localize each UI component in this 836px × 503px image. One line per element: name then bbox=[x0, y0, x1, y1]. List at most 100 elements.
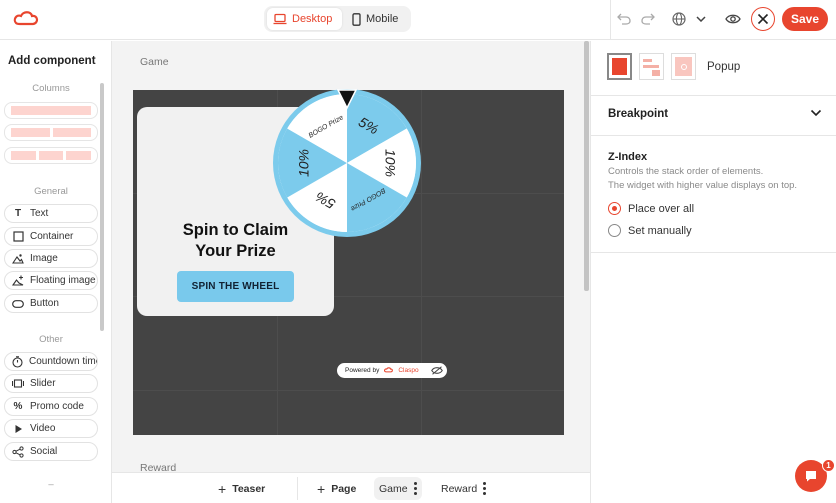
component-label: Countdown timer bbox=[29, 356, 98, 367]
timer-icon bbox=[12, 355, 23, 368]
radio-checked-icon[interactable] bbox=[608, 202, 621, 215]
reward-tab-label: Reward bbox=[441, 482, 478, 495]
mobile-tab[interactable]: Mobile bbox=[346, 8, 408, 30]
layout-split-thumb[interactable] bbox=[639, 53, 664, 80]
page-tabs-bar: + Teaser + Page Game Reward bbox=[112, 472, 590, 503]
breakpoint-header[interactable]: Breakpoint bbox=[608, 108, 668, 120]
chat-icon bbox=[806, 471, 816, 482]
chat-unread-badge: 1 bbox=[822, 459, 835, 472]
chevron-down-icon[interactable] bbox=[694, 12, 708, 26]
component-image[interactable]: Image bbox=[4, 249, 98, 268]
prize-wheel[interactable]: 5%10%BOGO Prize5%10%BOGO Prize bbox=[272, 88, 422, 238]
redo-icon[interactable] bbox=[640, 11, 656, 27]
layout-popup-thumb[interactable] bbox=[607, 53, 632, 80]
component-label: Social bbox=[30, 446, 58, 457]
layout-type-label: Popup bbox=[707, 61, 741, 73]
close-icon bbox=[757, 13, 769, 25]
component-label: Image bbox=[30, 253, 58, 264]
game-tab-label: Game bbox=[379, 482, 408, 495]
text-icon: T bbox=[14, 208, 22, 219]
zindex-description: Controls the stack order of elements. Th… bbox=[608, 166, 798, 191]
claspo-logo-icon[interactable] bbox=[12, 10, 40, 30]
plus-icon: + bbox=[218, 480, 227, 497]
component-text[interactable]: T Text bbox=[4, 204, 98, 223]
column-template-3[interactable] bbox=[4, 147, 98, 164]
phone-icon bbox=[352, 12, 361, 26]
component-container[interactable]: Container bbox=[4, 227, 98, 246]
component-label: Container bbox=[30, 231, 74, 242]
percent-icon: % bbox=[13, 401, 23, 412]
component-button[interactable]: Button bbox=[4, 294, 98, 313]
radio-set-manually[interactable]: Set manually bbox=[608, 224, 692, 237]
component-label: Video bbox=[30, 423, 56, 434]
component-label: Floating image bbox=[30, 275, 96, 286]
hide-eye-icon[interactable] bbox=[430, 366, 443, 375]
tab-reward[interactable]: Reward bbox=[441, 473, 487, 503]
powered-by-text: Powered by bbox=[345, 367, 380, 374]
globe-icon[interactable] bbox=[671, 11, 687, 27]
component-countdown[interactable]: Countdown timer bbox=[4, 352, 98, 371]
component-label: Button bbox=[30, 298, 59, 309]
page-label: Page bbox=[331, 482, 357, 495]
close-editor-button[interactable] bbox=[751, 7, 775, 31]
mobile-label: Mobile bbox=[366, 13, 399, 25]
floating-image-icon bbox=[12, 275, 24, 287]
radio-label: Set manually bbox=[628, 224, 692, 237]
desktop-label: Desktop bbox=[292, 13, 333, 25]
layout-thumbnails bbox=[607, 53, 696, 83]
panel-title: Add component bbox=[8, 55, 96, 67]
preview-eye-icon[interactable] bbox=[724, 11, 742, 27]
layout-floating-thumb[interactable] bbox=[671, 53, 696, 80]
container-icon bbox=[12, 231, 24, 243]
component-video[interactable]: Video bbox=[4, 419, 98, 438]
component-label: Text bbox=[30, 208, 49, 219]
button-icon bbox=[12, 298, 24, 310]
brand-name: Claspo bbox=[398, 367, 419, 374]
component-social[interactable]: Social bbox=[4, 442, 98, 461]
undo-icon[interactable] bbox=[616, 11, 632, 27]
tab-game[interactable]: Game bbox=[374, 477, 422, 500]
zindex-title: Z-Index bbox=[608, 151, 648, 163]
add-page-button[interactable]: + Page bbox=[317, 473, 356, 503]
more-vertical-icon[interactable] bbox=[483, 482, 487, 495]
slider-icon bbox=[12, 378, 24, 390]
play-icon bbox=[12, 423, 24, 435]
add-teaser-button[interactable]: + Teaser bbox=[218, 473, 265, 503]
top-bar: Desktop Mobile Save bbox=[0, 0, 836, 40]
section-columns: Columns bbox=[32, 83, 70, 94]
popup-title-line2: Your Prize bbox=[195, 242, 276, 260]
canvas-scrollbar[interactable] bbox=[584, 41, 589, 291]
radio-unchecked-icon[interactable] bbox=[608, 224, 621, 237]
add-component-panel: Add component Columns General T Text Con… bbox=[0, 41, 112, 503]
column-template-1[interactable] bbox=[4, 102, 98, 119]
chevron-down-icon[interactable] bbox=[810, 109, 822, 117]
column-template-2[interactable] bbox=[4, 124, 98, 141]
component-promo-code[interactable]: % Promo code bbox=[4, 397, 98, 416]
component-label: Promo code bbox=[30, 401, 84, 412]
plus-icon: + bbox=[317, 480, 326, 497]
component-label: Slider bbox=[30, 378, 56, 389]
properties-panel: Popup Breakpoint Z-Index Controls the st… bbox=[590, 41, 836, 503]
claspo-mini-logo-icon bbox=[384, 367, 394, 373]
page-label-game: Game bbox=[140, 56, 169, 68]
save-button[interactable]: Save bbox=[782, 7, 828, 31]
device-toggle: Desktop Mobile bbox=[264, 6, 411, 32]
section-other: Other bbox=[39, 334, 63, 345]
radio-label: Place over all bbox=[628, 202, 695, 215]
section-general: General bbox=[34, 186, 68, 197]
component-floating-image[interactable]: Floating image bbox=[4, 271, 98, 290]
share-icon bbox=[12, 445, 24, 458]
component-slider[interactable]: Slider bbox=[4, 374, 98, 393]
desktop-tab[interactable]: Desktop bbox=[267, 8, 342, 30]
wheel-segment-label: 10% bbox=[296, 149, 312, 177]
panel-scrollbar[interactable] bbox=[100, 83, 104, 331]
more-indicator: – bbox=[48, 479, 54, 490]
laptop-icon bbox=[273, 13, 287, 25]
more-vertical-icon[interactable] bbox=[413, 482, 417, 495]
wheel-segment-label: 10% bbox=[382, 149, 398, 177]
powered-by-badge[interactable]: Powered by Claspo bbox=[337, 363, 447, 378]
image-icon bbox=[12, 253, 24, 265]
spin-the-wheel-button[interactable]: SPIN THE WHEEL bbox=[177, 271, 294, 302]
radio-place-over-all[interactable]: Place over all bbox=[608, 202, 694, 215]
teaser-label: Teaser bbox=[232, 482, 266, 495]
